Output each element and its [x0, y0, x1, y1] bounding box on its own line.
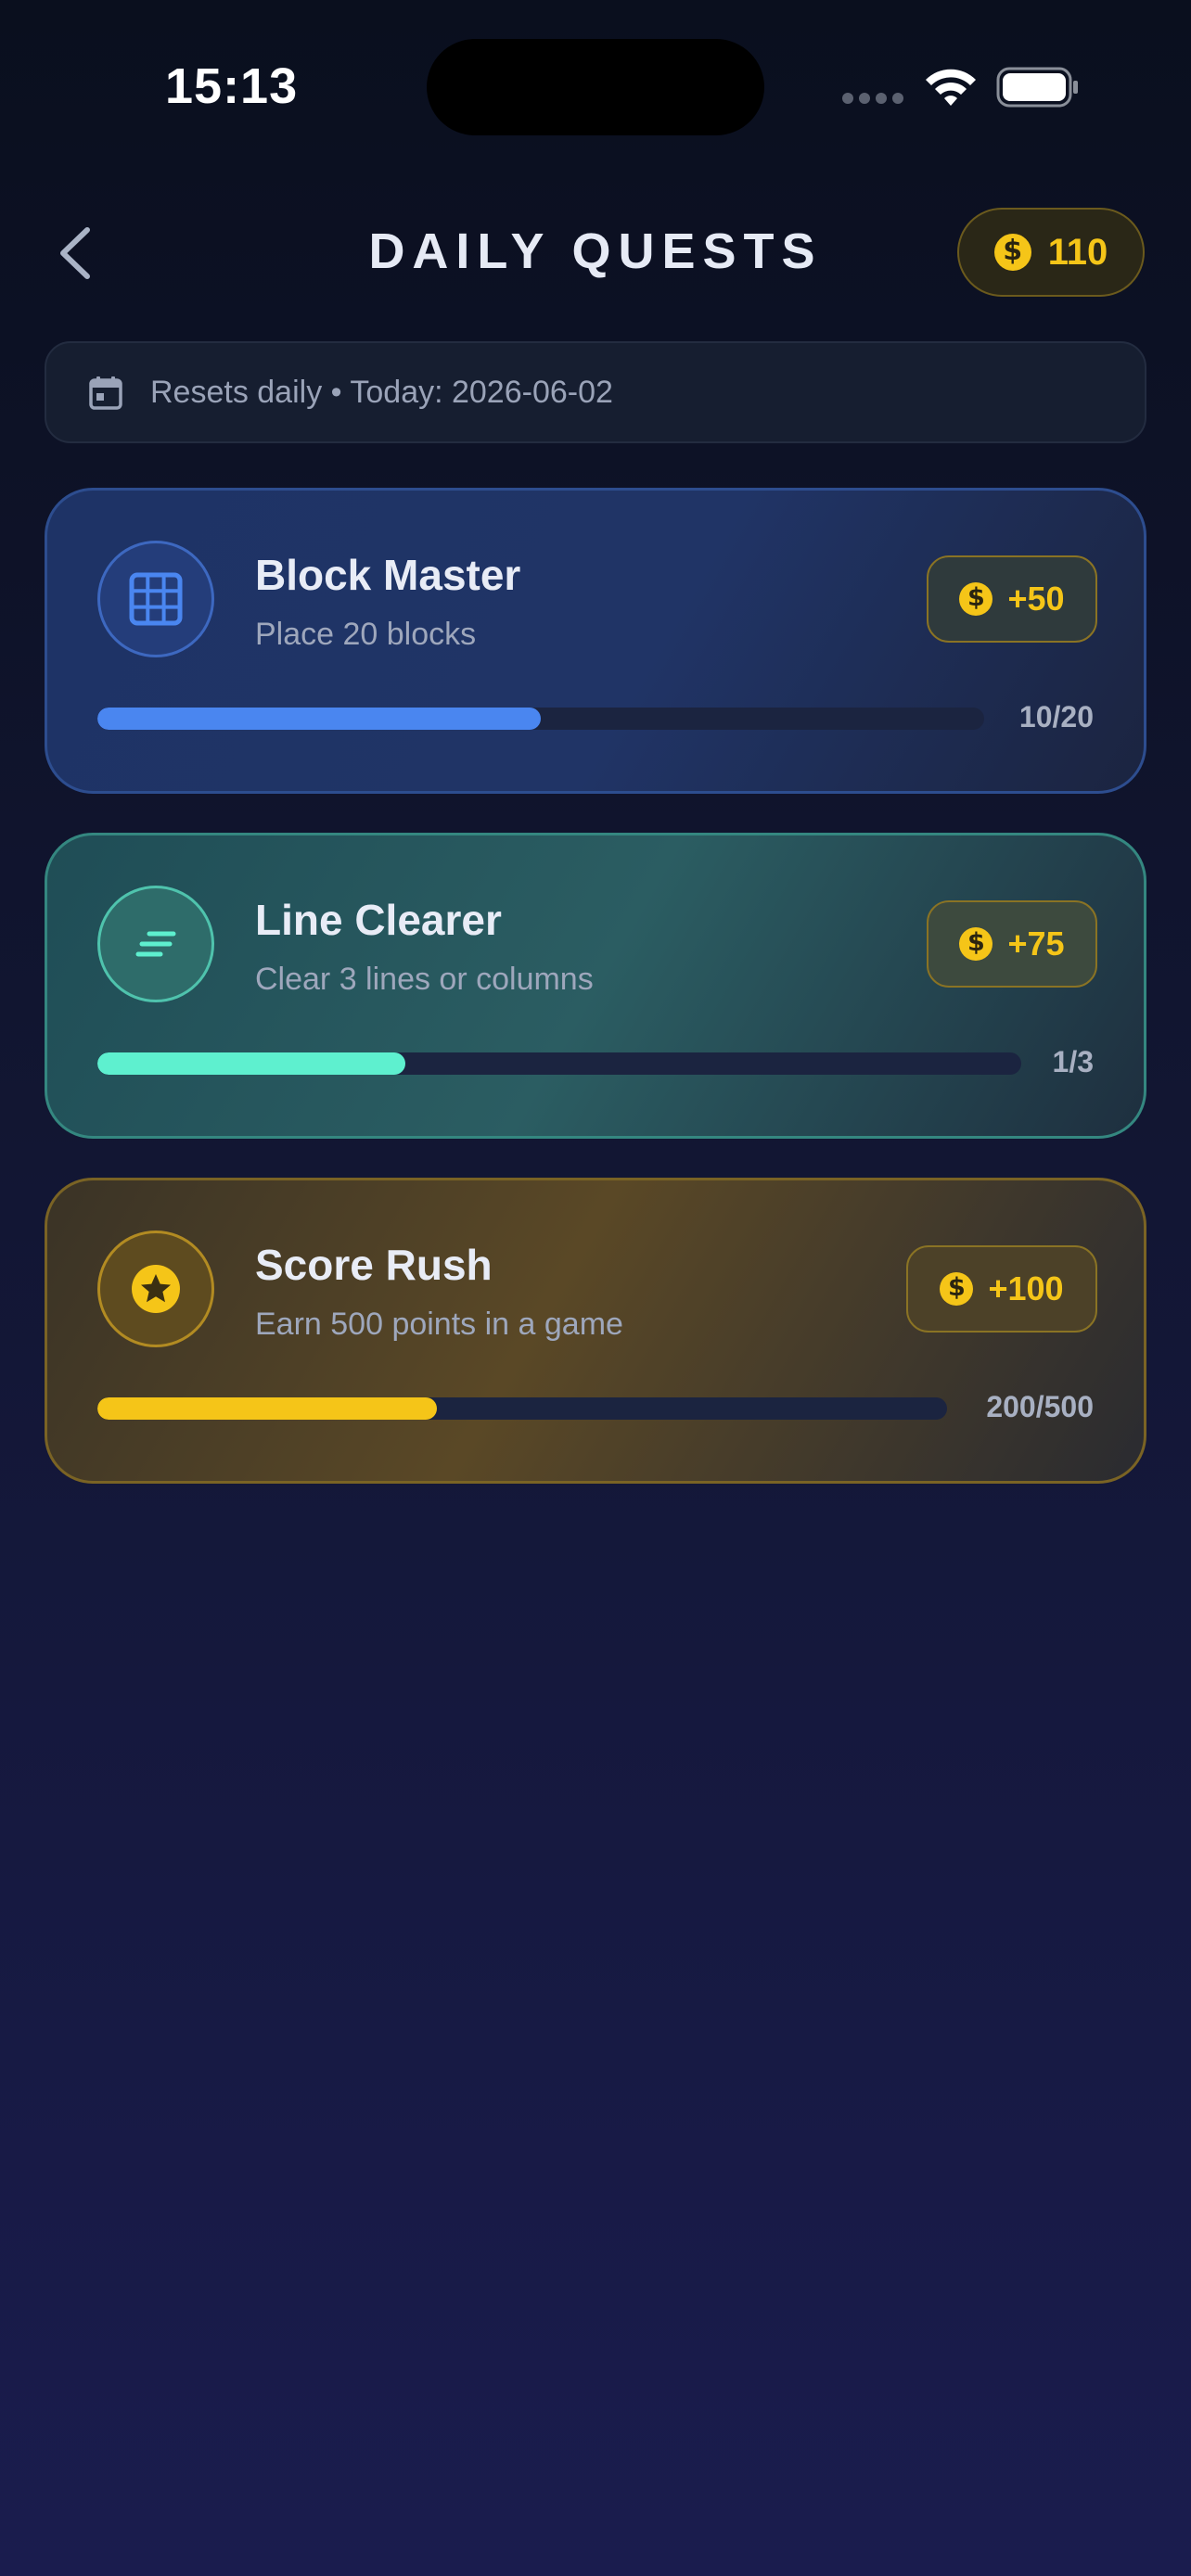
quest-reward-badge: +50 — [927, 555, 1097, 643]
quest-progress-bar — [97, 708, 984, 730]
coin-balance-badge[interactable]: 110 — [957, 208, 1145, 297]
quest-reward-value: +75 — [1007, 925, 1065, 963]
quest-card-block-master[interactable]: Block Master Place 20 blocks +50 10/20 — [45, 488, 1146, 794]
reset-info-bar: Resets daily • Today: 2026-06-02 — [45, 341, 1146, 443]
quest-icon-badge — [97, 541, 214, 657]
quest-title: Score Rush — [255, 1241, 493, 1289]
quest-progress-bar — [97, 1052, 1021, 1075]
battery-icon — [996, 67, 1078, 108]
quest-progress-fill — [97, 1052, 405, 1075]
quest-reward-value: +100 — [988, 1269, 1064, 1307]
quest-progress-fill — [97, 708, 541, 730]
lines-icon — [135, 931, 176, 957]
quest-icon-badge — [97, 886, 214, 1002]
quest-title: Block Master — [255, 551, 521, 599]
quest-description: Earn 500 points in a game — [255, 1307, 623, 1342]
quest-progress-count: 10/20 — [1018, 700, 1094, 733]
quest-progress-fill — [97, 1397, 438, 1420]
coin-icon — [959, 582, 993, 616]
quest-reward-badge: +100 — [906, 1245, 1097, 1333]
quest-progress-bar — [97, 1397, 947, 1420]
grid-icon — [129, 572, 183, 626]
wifi-icon — [926, 69, 976, 106]
status-time: 15:13 — [165, 58, 299, 114]
coin-icon — [940, 1272, 974, 1306]
quest-title: Line Clearer — [255, 896, 502, 944]
status-bar: 15:13 — [0, 0, 1191, 167]
quest-reward-value: +50 — [1007, 580, 1065, 618]
coin-icon — [993, 234, 1031, 271]
quest-reward-badge: +75 — [927, 900, 1097, 988]
star-icon — [132, 1265, 180, 1313]
quest-icon-badge — [97, 1231, 214, 1347]
quest-progress-count: 200/500 — [986, 1390, 1094, 1423]
calendar-icon — [89, 376, 122, 410]
quest-progress-count: 1/3 — [1052, 1045, 1094, 1078]
coin-icon — [959, 927, 993, 961]
header: DAILY QUESTS 110 — [0, 204, 1191, 306]
quest-description: Place 20 blocks — [255, 617, 477, 652]
quest-card-score-rush[interactable]: Score Rush Earn 500 points in a game +10… — [45, 1178, 1146, 1484]
cellular-signal-icon — [842, 93, 903, 104]
coin-balance-value: 110 — [1047, 231, 1108, 273]
reset-info-text: Resets daily • Today: 2026-06-02 — [150, 375, 613, 410]
quest-description: Clear 3 lines or columns — [255, 962, 594, 997]
quest-card-line-clearer[interactable]: Line Clearer Clear 3 lines or columns +7… — [45, 833, 1146, 1139]
dynamic-island — [427, 39, 764, 135]
